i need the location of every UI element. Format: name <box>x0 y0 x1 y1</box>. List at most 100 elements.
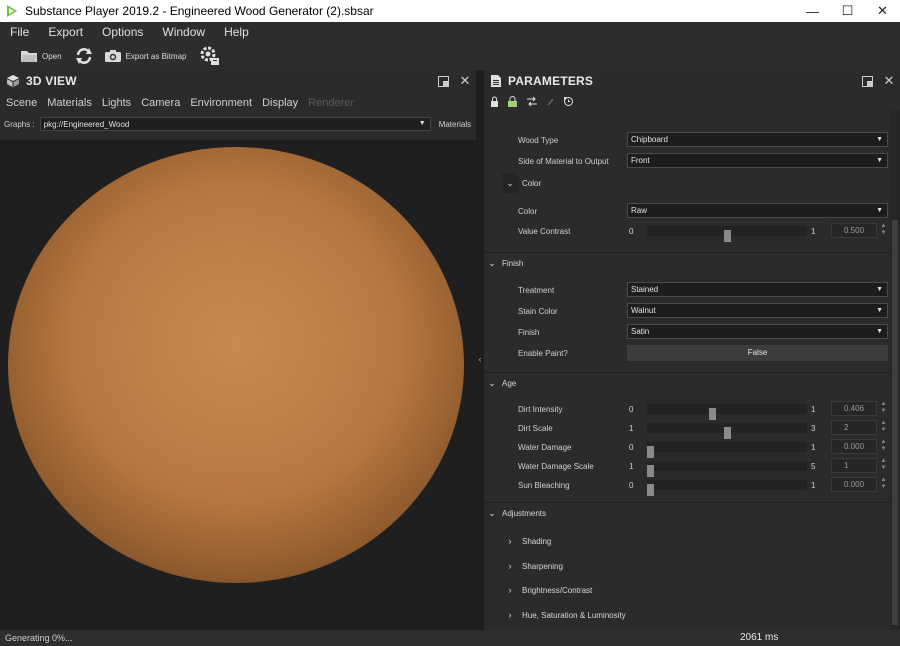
value-input[interactable]: 0.500 <box>831 223 877 238</box>
select-value: Satin <box>631 327 650 336</box>
spinner-icon[interactable]: ▲ ▼ <box>879 458 888 473</box>
settings-button[interactable] <box>199 44 221 68</box>
close-window-button[interactable]: ✕ <box>865 0 900 22</box>
refresh-button[interactable] <box>74 44 94 68</box>
slider-min: 0 <box>629 443 634 452</box>
close-icon[interactable]: ✕ <box>454 73 476 89</box>
reset-icon[interactable] <box>563 96 574 107</box>
graphs-row: Graphs : pkg://Engineered_Wood ▼ Materia… <box>0 114 476 134</box>
menu-file[interactable]: File <box>0 25 38 39</box>
slider-knob[interactable] <box>647 484 654 496</box>
view3d-title: 3D VIEW <box>26 74 77 88</box>
slider-track[interactable] <box>647 461 807 477</box>
spinner-icon[interactable]: ▲ ▼ <box>879 420 888 435</box>
section-adjustments[interactable]: ⌄ Adjustments <box>484 502 890 522</box>
chevron-down-icon[interactable]: ⌄ <box>486 507 498 519</box>
wood-type-select[interactable]: Chipboard ▼ <box>627 132 888 147</box>
group-brightness-contrast[interactable]: › Brightness/Contrast <box>484 580 890 600</box>
group-shading[interactable]: › Shading <box>484 531 890 551</box>
close-icon[interactable]: ✕ <box>878 73 900 89</box>
param-color: Color Raw ▼ <box>484 201 890 221</box>
section-age[interactable]: ⌄ Age <box>484 372 890 392</box>
graph-select[interactable]: pkg://Engineered_Wood ▼ <box>39 117 431 131</box>
spinner-icon[interactable]: ▲ ▼ <box>879 439 888 454</box>
select-value: Raw <box>631 206 648 215</box>
status-bar: Generating 0%... 2061 ms <box>0 630 900 646</box>
export-bitmap-button[interactable]: Export as Bitmap <box>104 44 187 68</box>
treatment-select[interactable]: Stained ▼ <box>627 282 888 297</box>
menu-window[interactable]: Window <box>152 25 214 39</box>
parameters-title: PARAMETERS <box>508 74 594 88</box>
group-color[interactable]: ⌄ Color <box>484 173 890 193</box>
parameter-tools <box>484 92 900 110</box>
value-input[interactable]: 0.000 <box>831 439 877 454</box>
parameters-scrollbar[interactable] <box>890 110 900 630</box>
stain-color-select[interactable]: Walnut ▼ <box>627 303 888 318</box>
select-value: Chipboard <box>631 135 668 144</box>
slider-track[interactable] <box>647 404 807 420</box>
toolbar: Open Export as Bitmap <box>0 42 900 70</box>
chevron-down-icon[interactable]: ⌄ <box>504 177 516 189</box>
chevron-right-icon[interactable]: › <box>504 560 516 572</box>
undock-icon[interactable] <box>432 75 454 87</box>
param-label: Wood Type <box>518 136 559 145</box>
value-input[interactable]: 1 <box>831 458 877 473</box>
tab-lights[interactable]: Lights <box>102 97 131 109</box>
slider-max: 3 <box>811 424 816 433</box>
tab-environment[interactable]: Environment <box>190 97 252 109</box>
param-dirt-scale: Dirt Scale 1 3 2 ▲ ▼ <box>484 418 890 439</box>
enable-paint-toggle[interactable]: False <box>627 345 888 361</box>
open-button[interactable]: Open <box>20 44 62 68</box>
finish-select[interactable]: Satin ▼ <box>627 324 888 339</box>
tab-scene[interactable]: Scene <box>6 97 37 109</box>
lock-icon[interactable] <box>490 96 499 107</box>
slider-track[interactable] <box>647 480 807 496</box>
slider-track[interactable] <box>647 226 807 242</box>
slider-min: 1 <box>629 462 634 471</box>
slider-track[interactable] <box>647 423 807 439</box>
menu-help[interactable]: Help <box>214 25 258 39</box>
slider-min: 0 <box>629 227 634 236</box>
edit-icon[interactable] <box>546 96 555 107</box>
parameters-list[interactable]: Wood Type Chipboard ▼ Side of Material t… <box>484 110 890 630</box>
tab-camera[interactable]: Camera <box>141 97 180 109</box>
param-label: Color <box>518 207 538 216</box>
chevron-right-icon[interactable]: › <box>504 584 516 596</box>
param-label: Value Contrast <box>518 227 571 236</box>
group-sharpening[interactable]: › Sharpening <box>484 556 890 576</box>
group-hue-saturation[interactable]: › Hue, Saturation & Luminosity <box>484 605 890 625</box>
menu-options[interactable]: Options <box>92 25 152 39</box>
viewport-3d[interactable] <box>0 140 476 630</box>
materials-link[interactable]: Materials <box>439 120 471 129</box>
side-select[interactable]: Front ▼ <box>627 153 888 168</box>
param-treatment: Treatment Stained ▼ <box>484 280 890 300</box>
chevron-right-icon[interactable]: › <box>504 609 516 621</box>
color-select[interactable]: Raw ▼ <box>627 203 888 218</box>
spinner-icon[interactable]: ▲ ▼ <box>879 401 888 416</box>
value-input[interactable]: 0.000 <box>831 477 877 492</box>
collapse-arrow-icon[interactable]: ‹ <box>476 354 484 364</box>
chevron-down-icon[interactable]: ⌄ <box>486 257 498 269</box>
value-input[interactable]: 2 <box>831 420 877 435</box>
panel-splitter[interactable]: ‹ <box>476 70 484 630</box>
section-finish[interactable]: ⌄ Finish <box>484 252 890 272</box>
param-label: Treatment <box>518 286 555 295</box>
slider-track[interactable] <box>647 442 807 458</box>
scrollbar-thumb[interactable] <box>892 220 898 625</box>
minimize-button[interactable]: — <box>795 0 830 22</box>
undock-icon[interactable] <box>856 75 878 87</box>
slider-knob[interactable] <box>723 230 731 242</box>
randomize-icon[interactable] <box>526 96 538 107</box>
random-seed-icon[interactable] <box>507 95 518 107</box>
tab-materials[interactable]: Materials <box>47 97 92 109</box>
group-title: Sharpening <box>522 562 563 571</box>
spinner-icon[interactable]: ▲ ▼ <box>879 223 888 238</box>
graphs-label: Graphs : <box>4 119 35 129</box>
tab-display[interactable]: Display <box>262 97 298 109</box>
menu-export[interactable]: Export <box>38 25 92 39</box>
chevron-right-icon[interactable]: › <box>504 535 516 547</box>
maximize-button[interactable]: ☐ <box>830 0 865 22</box>
spinner-icon[interactable]: ▲ ▼ <box>879 477 888 492</box>
chevron-down-icon[interactable]: ⌄ <box>486 377 498 389</box>
value-input[interactable]: 0.406 <box>831 401 877 416</box>
